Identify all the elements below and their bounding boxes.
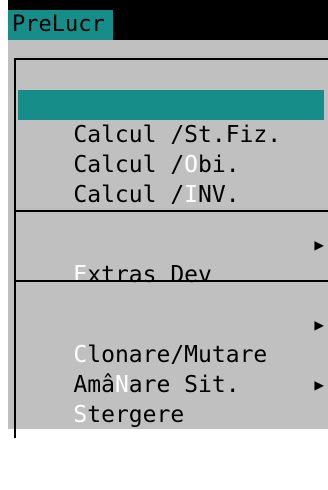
menu-item-amanare-sit[interactable]: AmâNare Sit.: [18, 340, 324, 398]
menu-item-clonare-mutare[interactable]: Clonare/Mutare ▶: [18, 310, 324, 368]
submenu-arrow-icon: ▶: [314, 235, 324, 254]
dropdown-menu: Calcul /St.Fiz. Calcul /Obi. Calcul /INV…: [8, 40, 328, 438]
menu-item-label-post: xtras Dev: [87, 262, 212, 288]
menu-separator: [14, 210, 328, 212]
menu-bar: PreLucr: [8, 0, 328, 40]
submenu-arrow-icon: ▶: [314, 315, 324, 334]
menu-item-calcul-obi[interactable]: Calcul /Obi.: [18, 120, 324, 178]
menu-separator: [14, 280, 328, 282]
menu-item-label-post: NV.: [198, 182, 240, 208]
menu-item-calcul-inv[interactable]: Calcul /INV.: [18, 150, 324, 208]
menu-item-extras-dev[interactable]: Extras Dev ▶: [18, 230, 324, 288]
menu-item-hotkey: S: [73, 402, 88, 428]
submenu-arrow-icon: ▶: [314, 375, 324, 394]
menu-title-prelucr[interactable]: PreLucr: [8, 10, 113, 40]
menu-item-label-post: tergere: [87, 402, 185, 428]
menu-item-hotkey: E: [73, 262, 88, 288]
menu-item-calcul-st-fiz[interactable]: Calcul /St.Fiz.: [18, 90, 324, 148]
menu-item-stergere[interactable]: Stergere ▶: [18, 370, 324, 428]
menu-item-label-pre: Calcul /: [73, 182, 185, 208]
menu-item-hotkey: I: [184, 182, 199, 208]
